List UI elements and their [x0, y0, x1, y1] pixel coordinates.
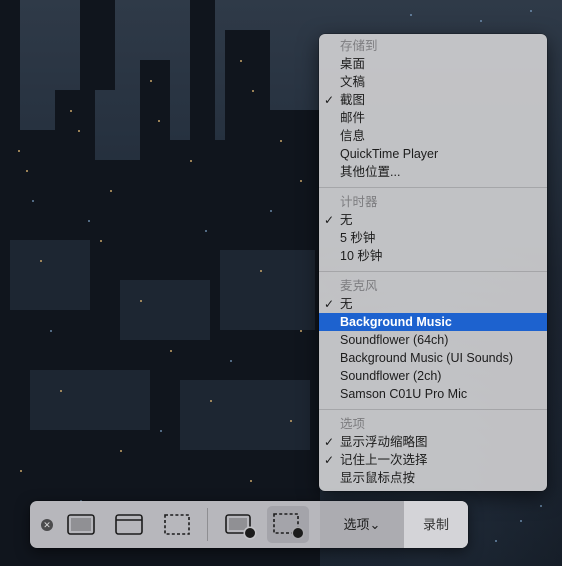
capture-selection-button[interactable] [160, 506, 194, 543]
checkmark-icon: ✓ [324, 453, 335, 467]
menu-item-mic-background-music-ui[interactable]: Background Music (UI Sounds) [319, 349, 547, 367]
menu-item-label: 记住上一次选择 [340, 453, 428, 467]
menu-item-mic-soundflower-2ch[interactable]: Soundflower (2ch) [319, 367, 547, 385]
menu-item-label: 显示鼠标点按 [340, 471, 416, 485]
menu-item-label: 信息 [340, 129, 366, 143]
options-menu: 存储到 桌面 文稿 ✓ 截图 邮件 信息 QuickTime Player 其他位… [319, 34, 547, 491]
menu-item-label: 桌面 [340, 57, 366, 71]
menu-item-mic-soundflower-64ch[interactable]: Soundflower (64ch) [319, 331, 547, 349]
record-selection-icon [273, 513, 305, 540]
menu-item-mail[interactable]: 邮件 [319, 109, 547, 127]
menu-item-messages[interactable]: 信息 [319, 127, 547, 145]
menu-item-label: Soundflower (64ch) [340, 333, 449, 347]
menu-item-mic-samson[interactable]: Samson C01U Pro Mic [319, 385, 547, 403]
menu-item-label: Samson C01U Pro Mic [340, 387, 468, 401]
chevron-down-icon: ⌄ [369, 517, 381, 532]
menu-header-timer: 计时器 [340, 195, 378, 209]
menu-item-documents[interactable]: 文稿 [319, 73, 547, 91]
menu-item-label: 无 [340, 297, 353, 311]
menu-item-label: 10 秒钟 [340, 249, 383, 263]
screenshot-toolbar: ✕ 选项⌄ 录制 [30, 501, 468, 548]
menu-item-mic-none[interactable]: ✓ 无 [319, 295, 547, 313]
menu-item-label: Background Music [340, 315, 452, 329]
menu-item-label: Background Music (UI Sounds) [340, 351, 513, 365]
menu-separator [319, 409, 547, 410]
menu-item-quicktime[interactable]: QuickTime Player [319, 145, 547, 163]
options-button[interactable]: 选项⌄ [320, 501, 404, 548]
menu-item-label: Soundflower (2ch) [340, 369, 442, 383]
menu-item-show-mouse-clicks[interactable]: 显示鼠标点按 [319, 469, 547, 487]
menu-item-mic-background-music[interactable]: Background Music [319, 313, 547, 331]
menu-separator [319, 271, 547, 272]
menu-item-label: QuickTime Player [340, 147, 439, 161]
record-entire-screen-icon [225, 514, 257, 540]
menu-item-screenshots[interactable]: ✓ 截图 [319, 91, 547, 109]
menu-item-other-location[interactable]: 其他位置... [319, 163, 547, 181]
checkmark-icon: ✓ [324, 297, 335, 311]
record-button[interactable]: 录制 [404, 501, 468, 548]
menu-item-label: 显示浮动缩略图 [340, 435, 428, 449]
capture-window-button[interactable] [112, 506, 146, 543]
capture-entire-screen-icon [67, 514, 95, 535]
menu-item-show-floating-thumbnail[interactable]: ✓ 显示浮动缩略图 [319, 433, 547, 451]
checkmark-icon: ✓ [324, 435, 335, 449]
toolbar-divider [207, 508, 208, 541]
menu-header-microphone: 麦克风 [340, 279, 378, 293]
menu-item-label: 文稿 [340, 75, 366, 89]
capture-selection-icon [164, 514, 190, 535]
menu-header-options: 选项 [340, 417, 366, 431]
close-icon[interactable]: ✕ [41, 519, 53, 531]
options-button-label: 选项 [343, 517, 370, 532]
menu-separator [319, 187, 547, 188]
menu-item-timer-10s[interactable]: 10 秒钟 [319, 247, 547, 265]
menu-item-remember-last-selection[interactable]: ✓ 记住上一次选择 [319, 451, 547, 469]
menu-item-timer-none[interactable]: ✓ 无 [319, 211, 547, 229]
menu-item-label: 无 [340, 213, 353, 227]
menu-item-label: 5 秒钟 [340, 231, 376, 245]
record-selection-button[interactable] [267, 506, 309, 543]
checkmark-icon: ✓ [324, 213, 335, 227]
record-entire-screen-button[interactable] [222, 506, 258, 543]
capture-window-icon [115, 514, 143, 535]
menu-item-label: 截图 [340, 93, 366, 107]
menu-item-label: 邮件 [340, 111, 366, 125]
menu-header-save-to: 存储到 [340, 39, 378, 53]
checkmark-icon: ✓ [324, 93, 335, 107]
menu-item-timer-5s[interactable]: 5 秒钟 [319, 229, 547, 247]
menu-item-desktop[interactable]: 桌面 [319, 55, 547, 73]
capture-entire-screen-button[interactable] [64, 506, 98, 543]
menu-item-label: 其他位置... [340, 165, 401, 179]
